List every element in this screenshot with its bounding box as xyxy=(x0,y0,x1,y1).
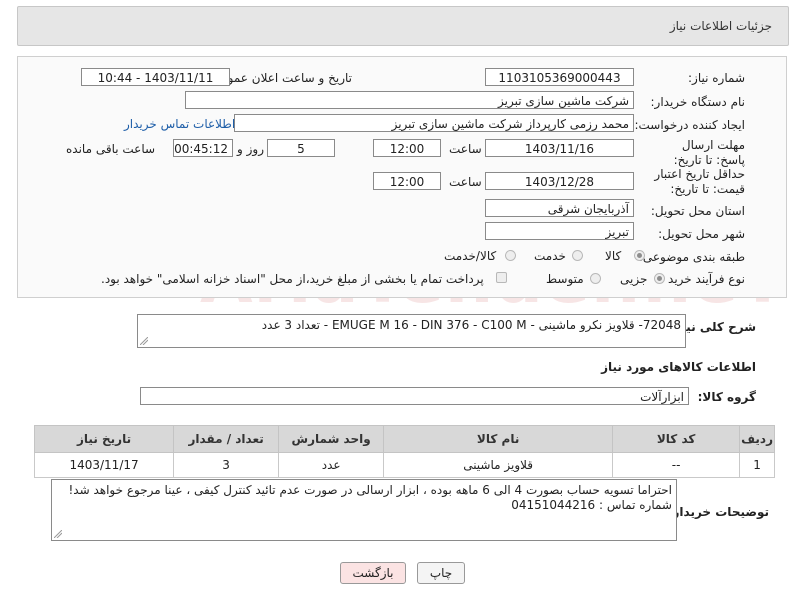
resize-grip-icon[interactable] xyxy=(140,337,148,345)
category-option-service: خدمت xyxy=(534,249,566,263)
col-row-header: ردیف xyxy=(739,425,775,453)
time-remaining-field: 00:45:12 xyxy=(173,139,233,157)
days-label: روز و xyxy=(237,142,264,156)
deadline-label: مهلت ارسال پاسخ: تا تاریخ: xyxy=(673,138,745,167)
page-title: جزئیات اطلاعات نیاز xyxy=(669,19,772,33)
buyer-notes-textarea[interactable]: احتراما تسویه حساب بصورت 4 الی 6 ماهه بو… xyxy=(51,479,677,541)
time-remaining-label: ساعت باقی مانده xyxy=(66,142,156,156)
treasury-payment-checkbox[interactable] xyxy=(496,272,507,283)
goods-table: ردیف کد کالا نام کالا واحد شمارش تعداد /… xyxy=(33,425,775,478)
days-remaining-field: 5 xyxy=(267,139,335,157)
process-option-minor: جزیی xyxy=(620,272,648,286)
treasury-payment-note: پرداخت تمام یا بخشی از مبلغ خرید،از محل … xyxy=(101,272,484,286)
goods-section-title: اطلاعات کالاهای مورد نیاز xyxy=(601,360,756,374)
col-qty-header: تعداد / مقدار xyxy=(173,425,280,453)
cell-date: 1403/11/17 xyxy=(33,452,175,478)
process-label: نوع فرآیند خرید : xyxy=(660,272,745,286)
price-validity-label: حداقل تاریخ اعتبار قیمت: تا تاریخ: xyxy=(654,167,745,196)
col-unit-header: واحد شمارش xyxy=(278,425,385,453)
col-name-header: نام کالا xyxy=(383,425,614,453)
process-radio-minor[interactable] xyxy=(654,273,665,284)
category-radio-service[interactable] xyxy=(572,250,583,261)
deadline-time-label: ساعت xyxy=(449,142,482,156)
summary-textarea[interactable]: 72048- قلاویز نکرو ماشینی - EMUGE M 16 -… xyxy=(137,314,686,348)
col-date-header: تاریخ نیاز xyxy=(33,425,175,453)
buyer-notes-label: توضیحات خریدار: xyxy=(667,505,769,519)
buyer-org-field: شرکت ماشین سازی تبریز xyxy=(185,91,634,109)
buyer-org-label: نام دستگاه خریدار: xyxy=(650,95,746,109)
cell-row: 1 xyxy=(739,452,775,478)
back-button[interactable]: بازگشت xyxy=(340,562,406,584)
validity-time-label: ساعت xyxy=(449,175,482,189)
page-header: جزئیات اطلاعات نیاز xyxy=(17,6,789,46)
goods-group-label: گروه کالا: xyxy=(697,390,756,404)
need-number-label: شماره نیاز: xyxy=(688,71,745,85)
col-code-header: کد کالا xyxy=(612,425,741,453)
category-label: طبقه بندی موضوعی: xyxy=(638,250,745,264)
city-label: شهر محل تحویل: xyxy=(658,227,745,241)
category-radio-goods[interactable] xyxy=(634,250,645,261)
announce-datetime-field: 1403/11/11 - 10:44 xyxy=(81,68,230,86)
resize-grip-icon[interactable] xyxy=(54,530,62,538)
validity-time-field: 12:00 xyxy=(373,172,441,190)
buyer-notes-line-2: شماره تماس : 04151044216 xyxy=(511,498,672,512)
cell-code: -- xyxy=(612,452,741,478)
creator-label: ایجاد کننده درخواست: xyxy=(634,118,745,132)
validity-date-field: 1403/12/28 xyxy=(485,172,634,190)
category-option-goods: کالا xyxy=(605,249,622,263)
city-field: تبریز xyxy=(485,222,634,240)
deadline-date-field: 1403/11/16 xyxy=(485,139,634,157)
need-number-field: 1103105369000443 xyxy=(485,68,634,86)
creator-field: محمد رزمی کارپرداز شرکت ماشین سازی تبریز xyxy=(234,114,634,132)
cell-unit: عدد xyxy=(278,452,385,478)
province-field: آذربایجان شرقی xyxy=(485,199,634,217)
cell-name: قلاویز ماشینی xyxy=(383,452,614,478)
goods-group-field: ابزارآلات xyxy=(140,387,689,405)
category-radio-goods-service[interactable] xyxy=(505,250,516,261)
buyer-notes-line-1: احتراما تسویه حساب بصورت 4 الی 6 ماهه بو… xyxy=(68,483,672,497)
deadline-time-field: 12:00 xyxy=(373,139,441,157)
summary-text: 72048- قلاویز نکرو ماشینی - EMUGE M 16 -… xyxy=(261,318,681,332)
category-option-goods-service: کالا/خدمت xyxy=(444,249,497,263)
process-radio-medium[interactable] xyxy=(590,273,601,284)
process-option-medium: متوسط xyxy=(546,272,584,286)
province-label: استان محل تحویل: xyxy=(650,204,745,218)
table-header-row: ردیف کد کالا نام کالا واحد شمارش تعداد /… xyxy=(33,425,775,453)
contact-info-link[interactable]: اطلاعات تماس خریدار xyxy=(124,117,235,131)
table-row: 1 -- قلاویز ماشینی عدد 3 1403/11/17 xyxy=(33,452,775,478)
print-button[interactable]: چاپ xyxy=(417,562,465,584)
cell-qty: 3 xyxy=(173,452,280,478)
